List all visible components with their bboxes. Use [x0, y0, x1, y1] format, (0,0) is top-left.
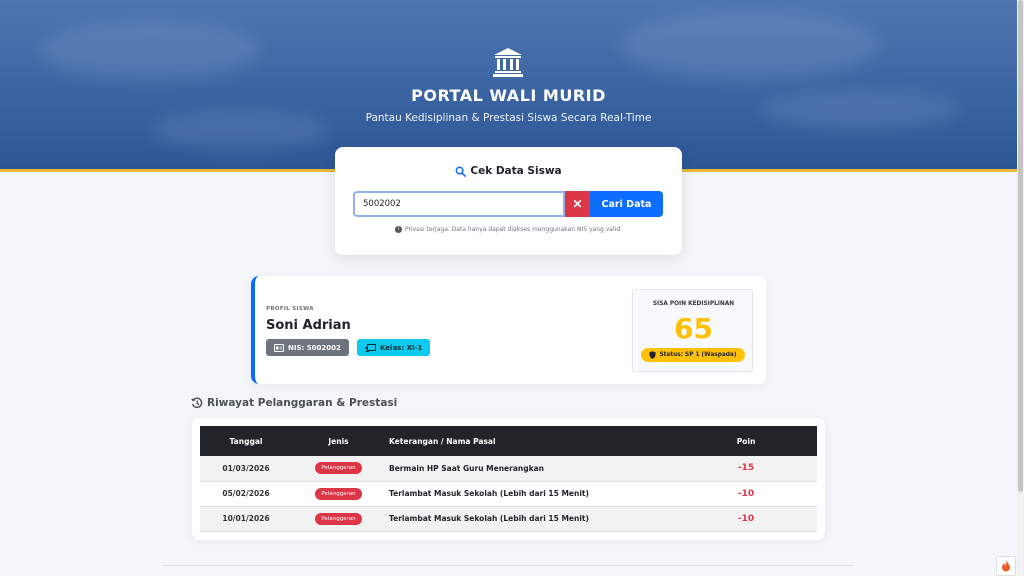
- column-header-date: Tanggal: [229, 436, 263, 446]
- scrollbar-thumb[interactable]: [1018, 0, 1023, 492]
- privacy-text: Privasi terjaga. Data hanya dapat diakse…: [404, 226, 623, 233]
- discipline-points-box: SISA POIN KEDISIPLINAN 65 Status: SP 1 (…: [632, 289, 753, 372]
- column-header-points: Poin: [736, 436, 756, 446]
- flame-button[interactable]: [996, 556, 1016, 576]
- row-date: 05/02/2026: [222, 489, 270, 498]
- history-heading: Riwayat Pelanggaran & Prestasi: [191, 397, 397, 409]
- violation-badge: Pelanggaran: [315, 487, 362, 500]
- table-row: 10/01/2026 Pelanggaran Terlambat Masuk S…: [200, 506, 817, 531]
- violation-badge: Pelanggaran: [315, 512, 362, 525]
- page-subtitle: Pantau Kedisiplinan & Prestasi Siswa Sec…: [365, 112, 652, 124]
- student-profile-card: PROFIL SISWA Soni Adrian NIS: 5002002 Ke…: [251, 276, 766, 384]
- class-value: Kelas: XI-1: [380, 343, 423, 352]
- flame-icon: [1002, 560, 1010, 572]
- nis-value: NIS: 5002002: [288, 343, 341, 352]
- search-icon: [455, 166, 467, 177]
- shield-icon: [649, 351, 657, 359]
- history-card: Tanggal Jenis Keterangan / Nama Pasal Po…: [192, 418, 825, 540]
- column-header-description: Keterangan / Nama Pasal: [389, 436, 496, 446]
- nis-search-input[interactable]: [353, 191, 565, 217]
- clear-button[interactable]: ✕: [565, 191, 590, 217]
- row-description: Terlambat Masuk Sekolah (Lebih dari 15 M…: [389, 489, 589, 498]
- status-badge: Status: SP 1 (Waspada): [641, 348, 745, 362]
- student-name: Soni Adrian: [266, 318, 351, 333]
- search-card: Cek Data Siswa ✕ Cari Data iPrivasi terj…: [335, 147, 682, 255]
- row-date: 10/01/2026: [222, 514, 270, 523]
- row-points: -10: [737, 488, 755, 499]
- search-heading: Cek Data Siswa: [335, 165, 682, 177]
- row-date: 01/03/2026: [222, 463, 270, 473]
- table-row: 01/03/2026 Pelanggaran Bermain HP Saat G…: [200, 456, 817, 481]
- points-label: SISA POIN KEDISIPLINAN: [652, 301, 735, 307]
- row-type-cell: Pelanggaran: [292, 481, 385, 506]
- nis-badge: NIS: 5002002: [266, 339, 349, 356]
- chalkboard-icon: [365, 343, 376, 352]
- class-badge: Kelas: XI-1: [357, 339, 431, 356]
- profile-label: PROFIL SISWA: [266, 306, 314, 312]
- violation-badge: Pelanggaran: [315, 462, 362, 475]
- search-button[interactable]: Cari Data: [590, 191, 663, 217]
- points-value: 65: [674, 312, 713, 345]
- history-table: Tanggal Jenis Keterangan / Nama Pasal Po…: [200, 426, 817, 532]
- bank-icon: [493, 48, 523, 77]
- id-card-icon: [274, 343, 284, 352]
- row-description: Bermain HP Saat Guru Menerangkan: [389, 463, 544, 473]
- status-text: Status: SP 1 (Waspada): [659, 352, 737, 358]
- row-points: -15: [737, 463, 755, 474]
- column-header-type: Jenis: [328, 436, 349, 446]
- row-description: Terlambat Masuk Sekolah (Lebih dari 15 M…: [389, 514, 589, 523]
- page-title: PORTAL WALI MURID: [411, 86, 606, 105]
- privacy-note: i Privasi terjaga. Data hanya dapat diaks…: [335, 226, 682, 233]
- row-type-cell: Pelanggaran: [292, 506, 385, 531]
- row-type-cell: Pelanggaran: [292, 456, 385, 481]
- row-points: -10: [737, 513, 755, 524]
- info-icon: i: [394, 226, 402, 233]
- search-heading-label: Cek Data Siswa: [470, 165, 562, 177]
- footer-divider: [163, 565, 853, 566]
- table-header-row: Tanggal Jenis Keterangan / Nama Pasal Po…: [200, 426, 817, 456]
- history-icon: [191, 397, 203, 409]
- table-row: 05/02/2026 Pelanggaran Terlambat Masuk S…: [200, 481, 817, 506]
- history-heading-label: Riwayat Pelanggaran & Prestasi: [207, 397, 398, 409]
